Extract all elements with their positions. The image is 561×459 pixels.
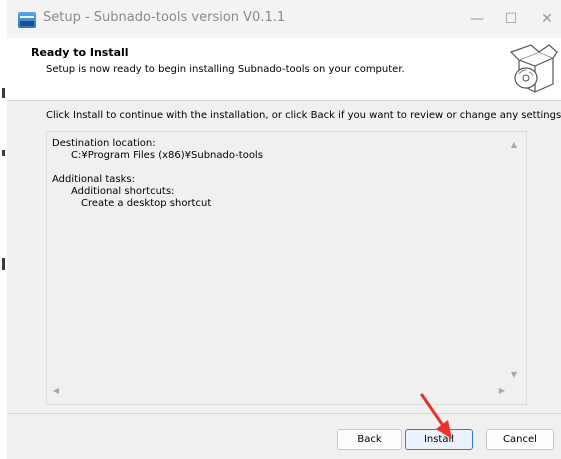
tasks-item: Create a desktop shortcut — [81, 198, 212, 209]
back-button[interactable]: Back — [337, 429, 402, 450]
header-divider — [7, 100, 561, 101]
wizard-header: Ready to Install Setup is now ready to b… — [7, 38, 561, 100]
annotation-arrow-icon — [420, 393, 452, 439]
edge-mark — [2, 88, 5, 98]
page-title: Ready to Install — [31, 46, 129, 59]
footer-divider — [7, 413, 561, 414]
cancel-button[interactable]: Cancel — [486, 429, 554, 450]
window-title: Setup - Subnado-tools version V0.1.1 — [43, 10, 286, 25]
scroll-right-arrow-icon[interactable]: ▶ — [497, 386, 507, 396]
scroll-left-arrow-icon[interactable]: ◀ — [51, 386, 61, 396]
app-icon — [18, 12, 36, 28]
scroll-up-arrow-icon[interactable]: ▲ — [509, 140, 519, 150]
edge-mark — [2, 150, 5, 156]
close-button[interactable]: ✕ — [535, 8, 559, 30]
tasks-group: Additional shortcuts: — [71, 186, 175, 197]
page-subtitle: Setup is now ready to begin installing S… — [46, 64, 405, 75]
instruction-text: Click Install to continue with the insta… — [46, 110, 561, 121]
summary-content: Destination location: C:¥Program Files (… — [52, 138, 263, 210]
edge-mark — [2, 258, 5, 270]
title-bar: Setup - Subnado-tools version V0.1.1 — ☐… — [7, 0, 561, 38]
scroll-down-arrow-icon[interactable]: ▼ — [509, 370, 519, 380]
destination-label: Destination location: — [52, 138, 156, 149]
box-install-icon — [509, 44, 558, 93]
install-summary-memo[interactable]: Destination location: C:¥Program Files (… — [46, 131, 527, 405]
tasks-label: Additional tasks: — [52, 174, 136, 185]
installer-window: Setup - Subnado-tools version V0.1.1 — ☐… — [0, 0, 561, 459]
background-window-edge — [0, 0, 7, 459]
minimize-button[interactable]: — — [465, 8, 489, 30]
maximize-button[interactable]: ☐ — [499, 8, 523, 30]
destination-value: C:¥Program Files (x86)¥Subnado-tools — [71, 150, 263, 161]
